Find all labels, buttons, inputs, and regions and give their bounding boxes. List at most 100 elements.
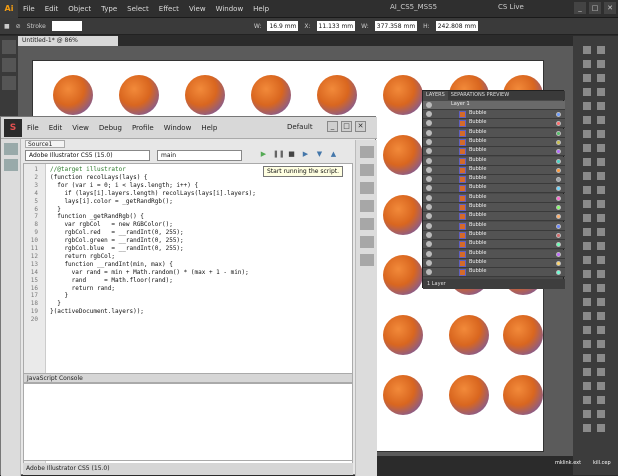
tool-icon[interactable] [597,382,605,390]
ai-menu-window[interactable]: Window [211,5,249,13]
tool-icon[interactable] [597,186,605,194]
target-circle-icon[interactable] [556,232,561,238]
panel-icon[interactable] [360,200,374,212]
bubble-object[interactable] [251,75,291,115]
estk-menu-view[interactable]: View [67,124,94,132]
bubble-object[interactable] [383,375,423,415]
estk-menu-profile[interactable]: Profile [127,124,159,132]
target-application-select[interactable]: Adobe Illustrator CS5 (15.0) [25,150,150,161]
visibility-eye-icon[interactable] [426,148,432,155]
w-field[interactable]: 16.9 mm [267,21,299,31]
target-circle-icon[interactable] [556,167,561,173]
bubble-object[interactable] [383,135,423,175]
tool-icon[interactable] [583,270,591,278]
estk-menu-window[interactable]: Window [159,124,197,132]
layer-row-bubble[interactable]: Bubble [423,212,565,222]
step-over-icon[interactable]: ▼ [315,150,324,159]
tool-icon[interactable] [583,144,591,152]
tool-icon[interactable] [583,340,591,348]
stroke-label[interactable]: Stroke [27,23,46,30]
code-line[interactable]: if (lays[i].layers.length) recolLays(lay… [50,190,255,197]
code-line[interactable]: }(activeDocument.layers)); [50,308,144,315]
target-circle-icon[interactable] [556,177,561,183]
ai-menu-view[interactable]: View [184,5,211,13]
layer-row-bubble[interactable]: Bubble [423,221,565,231]
visibility-eye-icon[interactable] [426,111,432,117]
desktop-icon-kill[interactable]: kill.cep [593,460,611,466]
bubble-object[interactable] [53,75,93,115]
code-line[interactable]: //@target illustrator [50,166,126,173]
tool-icon[interactable] [583,172,591,180]
tool-icon[interactable] [597,144,605,152]
step-into-icon[interactable]: ▶ [301,150,310,159]
target-circle-icon[interactable] [556,158,561,164]
tool-icon[interactable] [583,60,591,68]
tool-icon[interactable] [583,130,591,138]
panel-tool-icon[interactable] [4,143,18,155]
target-circle-icon[interactable] [556,195,561,201]
tool-icon[interactable] [597,214,605,222]
tool-icon[interactable] [597,312,605,320]
layer-row-bubble[interactable]: Bubble [423,165,565,175]
visibility-eye-icon[interactable] [426,102,432,108]
layer-row-layer1[interactable]: Layer 1 [423,101,565,110]
panel-icon[interactable] [360,236,374,248]
tool-icon[interactable] [597,228,605,236]
code-line[interactable]: rand = Math.floor(rand); [50,277,173,284]
layer-row-bubble[interactable]: Bubble [423,110,565,119]
tool-icon[interactable] [597,256,605,264]
document-tab[interactable]: Untitled-1* @ 86% (RGB/Preview) [18,36,118,54]
layer-row-bubble[interactable]: Bubble [423,193,565,203]
tool-icon[interactable] [597,158,605,166]
tool-icon[interactable] [2,58,16,72]
tool-icon[interactable] [597,340,605,348]
target-circle-icon[interactable] [556,214,561,220]
bubble-object[interactable] [449,375,489,415]
code-line[interactable]: rgbCol.green = __randInt(0, 255); [50,237,183,244]
tool-icon[interactable] [2,76,16,90]
tool-icon[interactable] [583,102,591,110]
bubble-object[interactable] [383,75,423,115]
code-line[interactable]: var rand = min + Math.random() * (max + … [50,269,249,276]
code-line[interactable]: rgbCol.blue = __randInt(0, 255); [50,245,183,252]
x-field[interactable]: 11.133 mm [316,21,356,31]
visibility-eye-icon[interactable] [426,166,432,173]
function-select[interactable]: main [157,150,242,161]
target-circle-icon[interactable] [556,270,561,276]
layer-row-bubble[interactable]: Bubble [423,147,565,157]
target-circle-icon[interactable] [556,260,561,266]
stroke-weight-field[interactable] [51,21,82,31]
panel-icon[interactable] [360,182,374,194]
visibility-eye-icon[interactable] [426,213,432,220]
tool-icon[interactable] [2,40,16,54]
layer-row-bubble[interactable]: Bubble [423,258,565,268]
tool-icon[interactable] [597,130,605,138]
tool-icon[interactable] [597,242,605,250]
bubble-object[interactable] [503,375,543,415]
layer-row-bubble[interactable]: Bubble [423,156,565,166]
layer-row-bubble[interactable]: Bubble [423,230,565,240]
stroke-swatch-icon[interactable]: ⊘ [16,23,21,30]
tool-icon[interactable] [583,46,591,54]
visibility-eye-icon[interactable] [426,250,432,257]
tool-icon[interactable] [583,214,591,222]
layer-row-bubble[interactable]: Bubble [423,240,565,250]
ai-menu-type[interactable]: Type [96,5,122,13]
estk-maximize-icon[interactable]: □ [341,121,352,132]
tool-icon[interactable] [583,396,591,404]
panel-icon[interactable] [360,254,374,266]
bubble-object[interactable] [383,315,423,355]
tool-icon[interactable] [583,242,591,250]
code-line[interactable]: for (var i = 0; i < lays.length; i++) { [50,182,198,189]
tool-icon[interactable] [583,382,591,390]
tool-icon[interactable] [583,354,591,362]
cs-live-button[interactable]: CS Live [498,3,524,11]
target-circle-icon[interactable] [556,149,561,155]
layer-row-bubble[interactable]: Bubble [423,128,565,138]
tool-icon[interactable] [583,256,591,264]
visibility-eye-icon[interactable] [426,259,432,266]
tab-separations-preview[interactable]: SEPARATIONS PREVIEW [448,91,512,100]
ai-menu-object[interactable]: Object [63,5,96,13]
ai-menu-help[interactable]: Help [248,5,274,13]
visibility-eye-icon[interactable] [426,176,432,183]
